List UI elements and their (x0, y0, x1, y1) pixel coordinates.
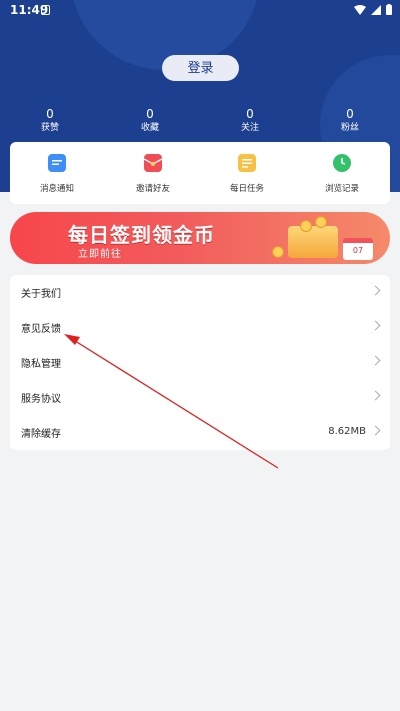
treasure-chest-icon (288, 226, 338, 258)
stat-label: 获赞 (40, 123, 59, 133)
menu-item-feedback[interactable]: 意见反馈 (10, 310, 390, 345)
stat-favorites[interactable]: 0 收藏 (120, 107, 180, 134)
banner-title: 每日签到领金币 (68, 223, 215, 247)
chevron-right-icon (370, 390, 381, 401)
menu-item-label: 服务协议 (21, 394, 61, 405)
stat-likes[interactable]: 0 获赞 (20, 107, 80, 134)
menu-item-privacy[interactable]: 隐私管理 (10, 345, 390, 380)
calendar-icon: 07 (343, 238, 373, 260)
quick-action-label: 邀请好友 (135, 184, 170, 194)
quick-action-messages[interactable]: 消息通知 (22, 154, 92, 194)
red-envelope-icon (143, 154, 163, 172)
notification-icon (41, 5, 50, 15)
stat-value: 0 (246, 107, 254, 121)
chevron-right-icon (370, 355, 381, 366)
clock-icon (333, 154, 351, 172)
menu-item-service-agreement[interactable]: 服务协议 (10, 380, 390, 415)
login-button[interactable]: 登录 (162, 55, 239, 81)
task-list-icon (238, 154, 256, 172)
coin-icon (272, 246, 284, 258)
cache-size-value: 8.62MB (328, 426, 366, 437)
chevron-right-icon (370, 320, 381, 331)
quick-action-history[interactable]: 浏览记录 (307, 154, 377, 194)
stat-fans[interactable]: 0 粉丝 (320, 107, 380, 134)
calendar-day: 07 (352, 246, 364, 255)
menu-item-clear-cache[interactable]: 清除缓存 8.62MB (10, 415, 390, 450)
message-icon (48, 154, 66, 172)
chevron-right-icon (370, 285, 381, 296)
stat-label: 关注 (240, 123, 259, 133)
menu-item-label: 意见反馈 (21, 324, 61, 335)
chevron-right-icon (370, 425, 381, 436)
wifi-icon (354, 4, 366, 15)
menu-item-label: 清除缓存 (21, 429, 61, 440)
coin-icon (315, 216, 327, 228)
stat-following[interactable]: 0 关注 (220, 107, 280, 134)
settings-menu: 关于我们 意见反馈 隐私管理 服务协议 清除缓存 8.62MB (10, 275, 390, 450)
quick-action-invite[interactable]: 邀请好友 (118, 154, 188, 194)
menu-item-label: 隐私管理 (21, 359, 61, 370)
banner-go-now: 立即前往 (78, 249, 122, 260)
daily-checkin-banner[interactable]: 每日签到领金币 立即前往 07 (10, 212, 390, 264)
stat-value: 0 (46, 107, 54, 121)
quick-action-label: 浏览记录 (324, 184, 359, 194)
menu-item-about-us[interactable]: 关于我们 (10, 275, 390, 310)
quick-action-label: 每日任务 (229, 184, 264, 194)
stat-value: 0 (346, 107, 354, 121)
quick-actions-card: 消息通知 邀请好友 每日任务 浏览记录 (10, 142, 390, 204)
status-bar: 11:49 (0, 0, 400, 22)
signal-icon (371, 4, 381, 15)
stat-value: 0 (146, 107, 154, 121)
stat-label: 粉丝 (340, 123, 359, 133)
menu-item-label: 关于我们 (21, 289, 61, 300)
quick-action-daily-tasks[interactable]: 每日任务 (212, 154, 282, 194)
quick-action-label: 消息通知 (39, 184, 74, 194)
battery-icon (386, 4, 392, 15)
coin-icon (300, 220, 312, 232)
stat-label: 收藏 (140, 123, 159, 133)
